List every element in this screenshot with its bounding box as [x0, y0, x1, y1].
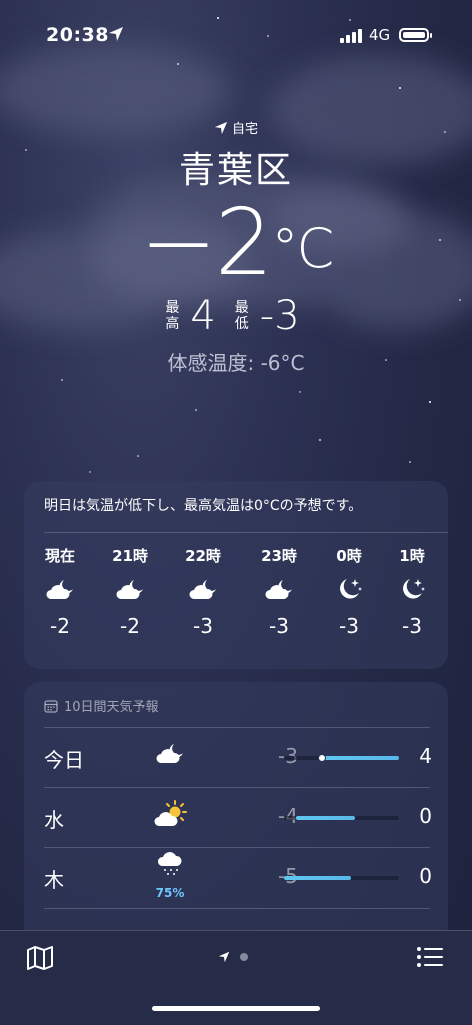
- hour-temp: -2: [50, 614, 70, 638]
- list-icon: [417, 947, 443, 967]
- temperature-value: −2: [139, 189, 274, 296]
- low-label-char: 最: [234, 300, 249, 316]
- cloud-sleet-icon: [152, 852, 188, 880]
- page-dot[interactable]: [240, 953, 248, 961]
- hour-label: 1時: [399, 547, 425, 565]
- daily-row[interactable]: 今日-34: [24, 728, 448, 788]
- temperature-unit: °C: [271, 217, 334, 280]
- home-indicator[interactable]: [152, 1006, 320, 1011]
- locations-list-button[interactable]: [416, 945, 444, 973]
- divider: [44, 908, 430, 909]
- high-label: 最高: [164, 300, 180, 332]
- my-location: 自宅: [0, 118, 472, 137]
- signal-bars-icon: [340, 28, 364, 47]
- low-label: 最低: [234, 300, 250, 332]
- hour-temp: -3: [269, 614, 289, 638]
- low-label-char: 低: [234, 316, 249, 332]
- battery-icon: [399, 28, 429, 42]
- battery-cap: [430, 33, 432, 38]
- map-button[interactable]: [26, 945, 54, 975]
- low-value: -3: [259, 293, 300, 339]
- temp-range-fill: [295, 816, 356, 820]
- hour-label: 0時: [336, 547, 362, 565]
- divider: [44, 532, 448, 533]
- temp-range-bar: [284, 816, 399, 820]
- temp-range-fill: [284, 876, 351, 880]
- cloud-moon-icon: [95, 576, 165, 602]
- hourly-item: 21時 -2: [95, 545, 165, 638]
- map-icon: [27, 946, 53, 970]
- day-high: 4: [419, 744, 432, 768]
- high-value: 4: [190, 293, 216, 339]
- location-arrow-icon: [214, 121, 228, 134]
- my-location-label: 自宅: [231, 122, 258, 137]
- day-label: 水: [44, 808, 64, 832]
- hourly-item: 0時 -3: [314, 545, 384, 638]
- day-high: 0: [419, 804, 432, 828]
- temp-range-bar: [284, 876, 399, 880]
- cloud-moon-icon: [244, 576, 314, 602]
- cloud-moon-icon: [152, 740, 188, 770]
- cloud-moon-icon: [25, 576, 95, 602]
- moon-stars-icon: [314, 576, 384, 602]
- day-label: 木: [44, 868, 64, 892]
- page-indicator[interactable]: [218, 951, 248, 963]
- hourly-item: 22時 -3: [168, 545, 238, 638]
- daily-row[interactable]: 木75%-50: [24, 848, 448, 908]
- feels-like: 体感温度: -6°C: [167, 351, 305, 375]
- hour-temp: -2: [120, 614, 140, 638]
- hour-label: 23時: [261, 547, 297, 565]
- temp-range-bar: [284, 754, 399, 762]
- daily-forecast-header: 10日間天気予報: [44, 696, 159, 715]
- partly-sunny-icon: [152, 800, 188, 832]
- status-bar: 20:38 4G: [0, 22, 472, 50]
- day-high: 0: [419, 864, 432, 888]
- calendar-icon: [44, 699, 58, 713]
- hour-label: 22時: [185, 547, 221, 565]
- network-type: 4G: [369, 26, 391, 44]
- hourly-item: 現在 -2: [25, 545, 95, 638]
- forecast-summary: 明日は気温が低下し、最高気温は0°Cの予想です。: [44, 498, 363, 514]
- daily-forecast-title: 10日間天気予報: [64, 700, 159, 715]
- hour-temp: -3: [402, 614, 422, 638]
- moon-stars-icon: [377, 576, 447, 602]
- current-weather-header: 自宅 青葉区 −2°C 最高 4 最低 -3 体感温度: -6°C: [0, 118, 472, 376]
- daily-row[interactable]: 水-40: [24, 788, 448, 848]
- hour-label: 現在: [44, 547, 75, 565]
- location-arrow-icon: [218, 951, 230, 963]
- temp-range-fill: [318, 756, 399, 760]
- hourly-item: 1時 -3: [377, 545, 447, 638]
- status-time: 20:38: [46, 24, 109, 46]
- high-low: 最高 4 最低 -3: [0, 293, 472, 339]
- current-temperature: −2°C: [0, 195, 472, 291]
- location-arrow-icon: [108, 26, 124, 46]
- cloud-moon-icon: [168, 576, 238, 602]
- day-label: 今日: [44, 748, 84, 772]
- city-name: 青葉区: [178, 150, 293, 191]
- high-label-char: 最: [165, 300, 180, 316]
- hourly-forecast-card[interactable]: 明日は気温が低下し、最高気温は0°Cの予想です。 現在 -2 21時 -2 22時 -3 2…: [24, 481, 448, 669]
- current-temp-dot: [317, 754, 326, 762]
- hour-temp: -3: [339, 614, 359, 638]
- high-label-char: 高: [165, 316, 180, 332]
- hour-temp: -3: [193, 614, 213, 638]
- hour-label: 21時: [112, 547, 148, 565]
- precip-chance: 75%: [155, 886, 185, 900]
- hourly-item: 23時 -3: [244, 545, 314, 638]
